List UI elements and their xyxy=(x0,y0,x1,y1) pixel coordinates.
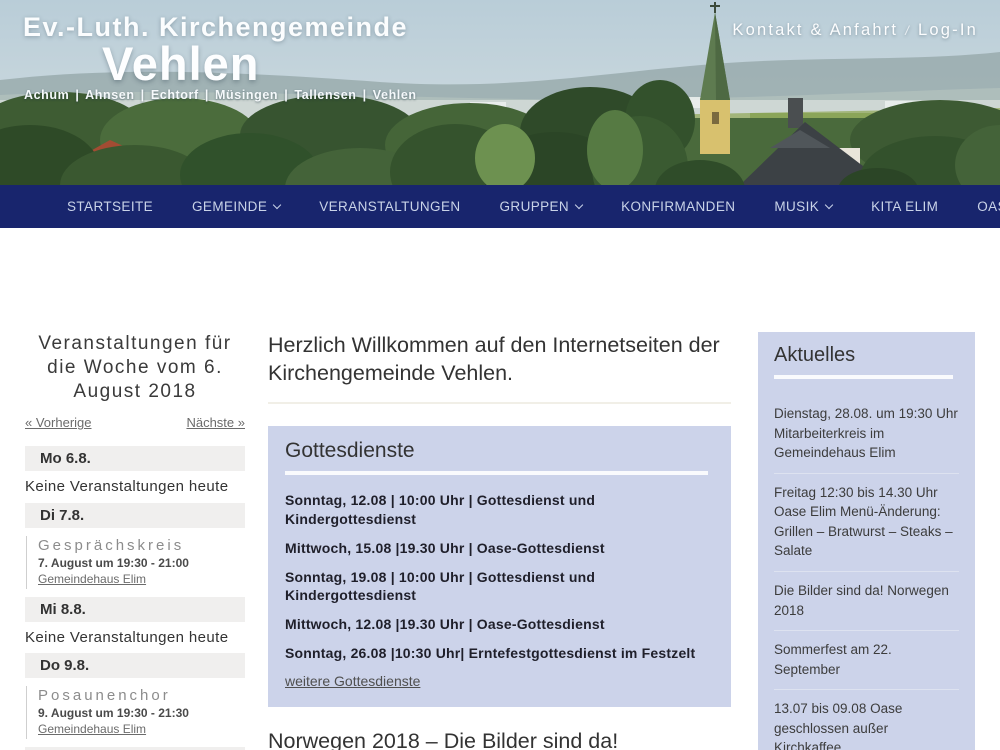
next-week-link[interactable]: Nächste » xyxy=(186,415,245,430)
day-header-mi: Mi 8.8. xyxy=(25,597,245,622)
week-pager: « Vorherige Nächste » xyxy=(25,415,245,430)
nav-label: STARTSEITE xyxy=(67,199,153,214)
main-column: Herzlich Willkommen auf den Internetseit… xyxy=(268,332,731,750)
nav-label: OASE ELIM xyxy=(977,199,1000,214)
event-item: Gesprächskreis 7. August um 19:30 - 21:0… xyxy=(26,536,245,589)
nav-item-oase-elim[interactable]: OASE ELIM xyxy=(977,199,1000,214)
gottesdienst-entry: Sonntag, 19.08 | 10:00 Uhr | Gottesdiens… xyxy=(285,568,714,606)
aktuelles-item: 13.07 bis 09.08 Oase geschlossen außer K… xyxy=(774,690,959,750)
nav-label: KONFIRMANDEN xyxy=(621,199,735,214)
gottesdienste-title: Gottesdienste xyxy=(285,439,714,463)
link-separator: / xyxy=(905,23,911,38)
norwegen-heading: Norwegen 2018 – Die Bilder sind da! xyxy=(268,729,731,750)
nav-item-musik[interactable]: MUSIK xyxy=(774,199,832,214)
no-events-note: Keine Veranstaltungen heute xyxy=(25,478,245,495)
nav-item-veranstaltungen[interactable]: VERANSTALTUNGEN xyxy=(319,199,460,214)
divider xyxy=(774,375,953,379)
event-title-link[interactable]: Gesprächskreis xyxy=(38,537,245,554)
content: Veranstaltungen für die Woche vom 6. Aug… xyxy=(0,228,1000,750)
chevron-down-icon xyxy=(273,200,281,208)
event-item: Posaunenchor 9. August um 19:30 - 21:30 … xyxy=(26,686,245,739)
events-week-sidebar: Veranstaltungen für die Woche vom 6. Aug… xyxy=(25,332,245,750)
nav-label: VERANSTALTUNGEN xyxy=(319,199,460,214)
nav-item-gruppen[interactable]: GRUPPEN xyxy=(500,199,583,214)
previous-week-link[interactable]: « Vorherige xyxy=(25,415,92,430)
nav-item-kita-elim[interactable]: KITA ELIM xyxy=(871,199,938,214)
aktuelles-item: Dienstag, 28.08. um 19:30 Uhr Mitarbeite… xyxy=(774,395,959,474)
site-locations: Achum | Ahnsen | Echtorf | Müsingen | Ta… xyxy=(24,88,417,102)
nav-label: GEMEINDE xyxy=(192,199,267,214)
gottesdienst-entry: Mittwoch, 15.08 |19.30 Uhr | Oase-Gottes… xyxy=(285,539,714,558)
nav-item-gemeinde[interactable]: GEMEINDE xyxy=(192,199,280,214)
aktuelles-panel: Aktuelles Dienstag, 28.08. um 19:30 Uhr … xyxy=(758,332,975,750)
nav-item-startseite[interactable]: STARTSEITE xyxy=(67,199,153,214)
divider xyxy=(268,402,731,404)
no-events-note: Keine Veranstaltungen heute xyxy=(25,629,245,646)
day-header-do: Do 9.8. xyxy=(25,653,245,678)
event-location-link[interactable]: Gemeindehaus Elim xyxy=(38,572,146,586)
day-header-mo: Mo 6.8. xyxy=(25,446,245,471)
gottesdienst-entry: Mittwoch, 12.08 |19.30 Uhr | Oase-Gottes… xyxy=(285,615,714,634)
nav-label: MUSIK xyxy=(774,199,819,214)
more-gottesdienste-link[interactable]: weitere Gottesdienste xyxy=(285,673,420,689)
main-nav: STARTSEITE GEMEINDE VERANSTALTUNGEN GRUP… xyxy=(0,185,1000,228)
gottesdienst-entry: Sonntag, 26.08 |10:30 Uhr| Erntefestgott… xyxy=(285,644,714,663)
chevron-down-icon xyxy=(825,200,833,208)
gottesdienste-panel: Gottesdienste Sonntag, 12.08 | 10:00 Uhr… xyxy=(268,426,731,707)
welcome-heading: Herzlich Willkommen auf den Internetseit… xyxy=(268,332,731,388)
nav-item-konfirmanden[interactable]: KONFIRMANDEN xyxy=(621,199,735,214)
aktuelles-title: Aktuelles xyxy=(774,344,959,367)
chevron-down-icon xyxy=(575,200,583,208)
day-header-di: Di 7.8. xyxy=(25,503,245,528)
nav-label: KITA ELIM xyxy=(871,199,938,214)
page: Ev.-Luth. Kirchengemeinde Vehlen Achum |… xyxy=(0,0,1000,750)
event-time: 9. August um 19:30 - 21:30 xyxy=(38,706,245,720)
event-location-link[interactable]: Gemeindehaus Elim xyxy=(38,722,146,736)
event-time: 7. August um 19:30 - 21:00 xyxy=(38,556,245,570)
site-title-line2: Vehlen xyxy=(102,36,260,91)
divider xyxy=(285,471,708,475)
nav-label: GRUPPEN xyxy=(500,199,570,214)
aktuelles-item: Freitag 12:30 bis 14.30 Uhr Oase Elim Me… xyxy=(774,474,959,572)
login-link[interactable]: Log-In xyxy=(918,21,978,39)
event-title-link[interactable]: Posaunenchor xyxy=(38,687,245,704)
aktuelles-item: Die Bilder sind da! Norwegen 2018 xyxy=(774,572,959,631)
aktuelles-item: Sommerfest am 22. September xyxy=(774,631,959,690)
header-utility-links: Kontakt & Anfahrt / Log-In xyxy=(732,21,978,40)
gottesdienst-entry: Sonntag, 12.08 | 10:00 Uhr | Gottesdiens… xyxy=(285,491,714,529)
header-hero: Ev.-Luth. Kirchengemeinde Vehlen Achum |… xyxy=(0,0,1000,185)
week-title: Veranstaltungen für die Woche vom 6. Aug… xyxy=(25,332,245,403)
kontakt-anfahrt-link[interactable]: Kontakt & Anfahrt xyxy=(732,21,898,39)
right-sidebar: Aktuelles Dienstag, 28.08. um 19:30 Uhr … xyxy=(758,332,975,750)
